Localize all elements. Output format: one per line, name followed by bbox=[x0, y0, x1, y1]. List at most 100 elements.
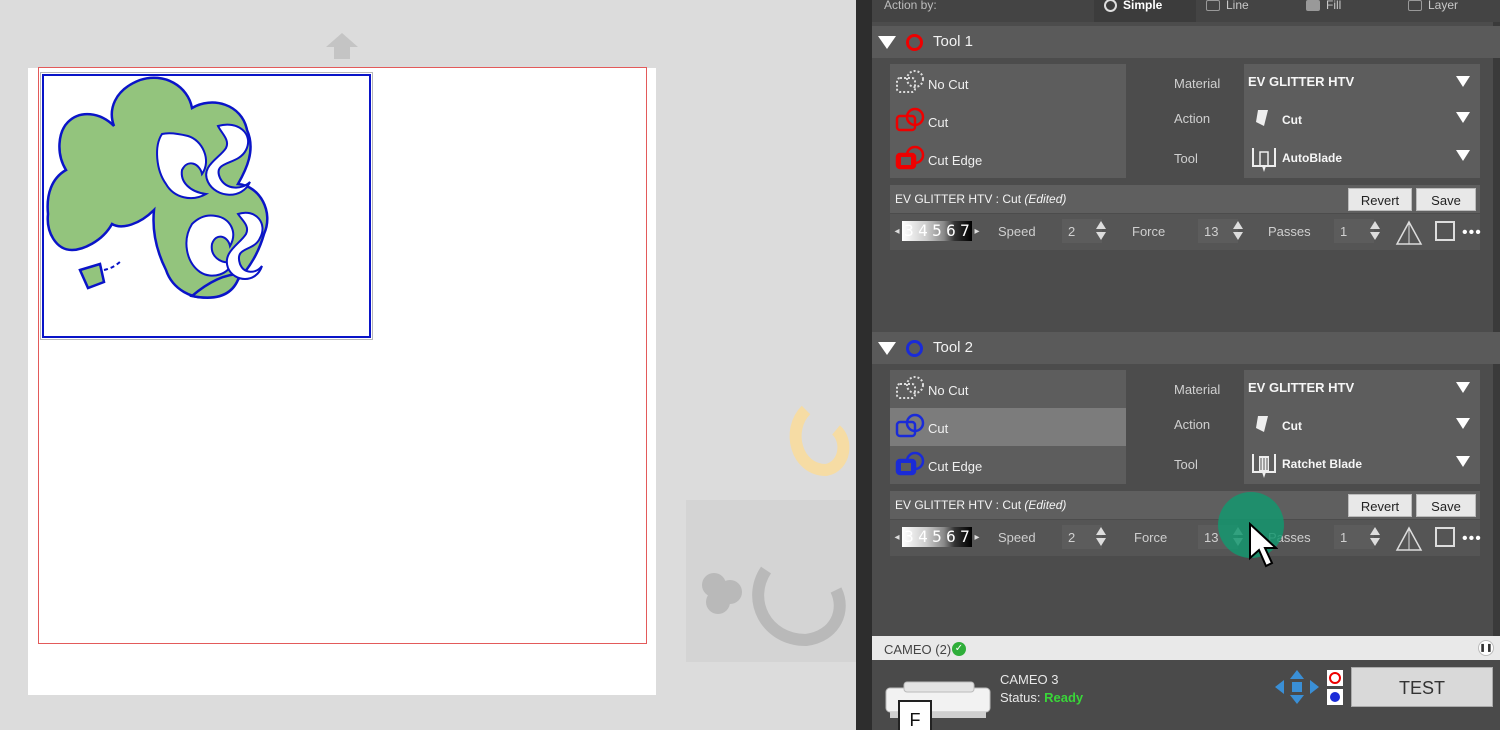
passes-label: Passes bbox=[1268, 224, 1311, 239]
overcut-toggle-icon[interactable] bbox=[1435, 527, 1455, 547]
tool-1-option-cut-edge[interactable]: Cut Edge bbox=[890, 140, 1126, 178]
action-value: Cut bbox=[1282, 113, 1302, 127]
panel-scrollbar[interactable] bbox=[1493, 0, 1500, 636]
option-label: Cut bbox=[928, 115, 949, 130]
speed-spinner[interactable] bbox=[1096, 219, 1106, 243]
chevron-down-icon bbox=[1456, 418, 1470, 429]
tool-2-cut-params: ◂ 3 4 5 6 7 ▸ Speed 2 Force 13 Passes 1 … bbox=[890, 520, 1482, 556]
revert-button[interactable]: Revert bbox=[1348, 494, 1412, 517]
tool-1-cut-params: ◂ 3 4 5 6 7 ▸ Speed 2 Force 13 Passes 1 … bbox=[890, 214, 1482, 250]
ratchet-blade-icon bbox=[1252, 454, 1276, 478]
background-watermark-art bbox=[686, 405, 856, 662]
cut-shape-icon bbox=[895, 413, 925, 438]
device-tab-bar[interactable]: CAMEO (2) ✓ ❚❚ bbox=[872, 636, 1500, 660]
tool-select-dots-icon[interactable] bbox=[1326, 668, 1344, 706]
tool-2-header[interactable]: Tool 2 bbox=[872, 332, 1500, 364]
shamrock-design[interactable] bbox=[42, 74, 371, 338]
orientation-badge: F bbox=[898, 700, 932, 730]
passes-spinner[interactable] bbox=[1370, 219, 1380, 243]
mode-simple[interactable]: Simple bbox=[1104, 0, 1162, 12]
chevron-down-icon bbox=[1456, 112, 1470, 123]
save-button[interactable]: Save bbox=[1416, 188, 1476, 211]
tool-2-preset-bar: EV GLITTER HTV : Cut (Edited) Revert Sav… bbox=[890, 491, 1480, 519]
tool-2-option-cut-edge[interactable]: Cut Edge bbox=[890, 446, 1126, 484]
force-spinner[interactable] bbox=[1233, 219, 1243, 243]
chevron-down-icon bbox=[1456, 456, 1470, 467]
tool-2-tool-label: Tool bbox=[1174, 457, 1198, 472]
no-cut-icon bbox=[896, 70, 924, 93]
force-label: Force bbox=[1134, 530, 1168, 545]
collapse-triangle-icon[interactable] bbox=[878, 36, 896, 49]
save-button[interactable]: Save bbox=[1416, 494, 1476, 517]
arrow-left-icon[interactable]: ◂ bbox=[892, 532, 902, 543]
tool-1-material-dropdown[interactable]: EV GLITTER HTV bbox=[1244, 64, 1480, 102]
passes-input[interactable]: 1 bbox=[1334, 525, 1374, 549]
tool-value: AutoBlade bbox=[1282, 151, 1342, 165]
panel-divider[interactable] bbox=[856, 0, 872, 730]
more-options-icon[interactable]: ••• bbox=[1462, 531, 1482, 547]
tool-2-color-ring-icon bbox=[906, 340, 923, 357]
pause-icon[interactable]: ❚❚ bbox=[1478, 640, 1494, 656]
test-button[interactable]: TEST bbox=[1351, 667, 1493, 707]
mode-layer[interactable]: Layer bbox=[1408, 0, 1458, 12]
action-value: Cut bbox=[1282, 419, 1302, 433]
blade-offset-icon[interactable] bbox=[1394, 524, 1424, 554]
cut-edge-icon bbox=[895, 451, 925, 476]
option-label: No Cut bbox=[928, 77, 969, 92]
tool-2-option-no-cut[interactable]: No Cut bbox=[890, 370, 1126, 408]
tool-2-tool-dropdown[interactable]: Ratchet Blade bbox=[1244, 444, 1480, 482]
tool-1-tool-label: Tool bbox=[1174, 151, 1198, 166]
tool-1-option-no-cut[interactable]: No Cut bbox=[890, 64, 1126, 102]
tool-1-cut-options: No Cut Cut Cut Edge bbox=[890, 64, 1126, 178]
device-tab-label: CAMEO (2) bbox=[884, 642, 952, 657]
check-icon: ✓ bbox=[952, 642, 966, 656]
mode-fill-label: Fill bbox=[1326, 0, 1342, 12]
mode-line[interactable]: Line bbox=[1206, 0, 1249, 12]
overcut-toggle-icon[interactable] bbox=[1435, 221, 1455, 241]
speed-spinner[interactable] bbox=[1096, 525, 1106, 549]
layer-mode-icon bbox=[1408, 0, 1422, 11]
chevron-down-icon bbox=[1456, 76, 1470, 87]
blade-digit: 4 bbox=[918, 527, 928, 546]
action-by-bar: Action by: Simple Line Fill Layer bbox=[872, 0, 1500, 22]
tool-value: Ratchet Blade bbox=[1282, 457, 1363, 471]
tool-2-material-dropdown[interactable]: EV GLITTER HTV bbox=[1244, 370, 1480, 408]
blade-depth-strip[interactable]: ◂ 3 4 5 6 7 ▸ bbox=[892, 221, 982, 241]
device-area: F CAMEO 3 Status: Ready TEST bbox=[872, 660, 1500, 730]
arrow-right-icon[interactable]: ▸ bbox=[972, 532, 982, 543]
passes-spinner[interactable] bbox=[1370, 525, 1380, 549]
force-label: Force bbox=[1132, 224, 1166, 239]
tool-1-material-label: Material bbox=[1174, 76, 1221, 91]
arrow-left-icon[interactable]: ◂ bbox=[892, 226, 902, 237]
move-blade-arrows-icon[interactable] bbox=[1275, 670, 1319, 704]
tool-1-preset-bar: EV GLITTER HTV : Cut (Edited) Revert Sav… bbox=[890, 185, 1480, 213]
revert-button[interactable]: Revert bbox=[1348, 188, 1412, 211]
tool-1-action-dropdown[interactable]: Cut bbox=[1244, 100, 1480, 138]
tool-2-action-dropdown[interactable]: Cut bbox=[1244, 406, 1480, 444]
blade-digit: 5 bbox=[932, 527, 942, 546]
blade-digit: 6 bbox=[946, 527, 956, 546]
tool-1-option-cut[interactable]: Cut bbox=[890, 102, 1126, 140]
blade-digit: 7 bbox=[960, 527, 970, 546]
tool-2-option-cut[interactable]: Cut bbox=[890, 408, 1126, 446]
chevron-down-icon bbox=[1456, 150, 1470, 161]
blade-offset-icon[interactable] bbox=[1394, 218, 1424, 248]
device-status: Status: Ready bbox=[1000, 690, 1084, 705]
more-options-icon[interactable]: ••• bbox=[1462, 225, 1482, 241]
force-input[interactable]: 13 bbox=[1198, 219, 1238, 243]
arrow-right-icon[interactable]: ▸ bbox=[972, 226, 982, 237]
option-label: Cut Edge bbox=[928, 459, 983, 474]
mode-fill[interactable]: Fill bbox=[1306, 0, 1341, 12]
passes-input[interactable]: 1 bbox=[1334, 219, 1374, 243]
blade-digit: 3 bbox=[904, 221, 914, 240]
tool-1-tool-dropdown[interactable]: AutoBlade bbox=[1244, 138, 1480, 176]
mode-line-label: Line bbox=[1226, 0, 1249, 12]
no-cut-icon bbox=[896, 376, 924, 399]
collapse-triangle-icon[interactable] bbox=[878, 342, 896, 355]
tool-1-header[interactable]: Tool 1 bbox=[872, 26, 1500, 58]
scroll-up-arrow-icon[interactable] bbox=[326, 33, 358, 59]
blade-depth-strip[interactable]: ◂ 3 4 5 6 7 ▸ bbox=[892, 527, 982, 547]
option-label: Cut Edge bbox=[928, 153, 983, 168]
design-canvas[interactable] bbox=[0, 0, 856, 730]
speed-label: Speed bbox=[998, 530, 1036, 545]
